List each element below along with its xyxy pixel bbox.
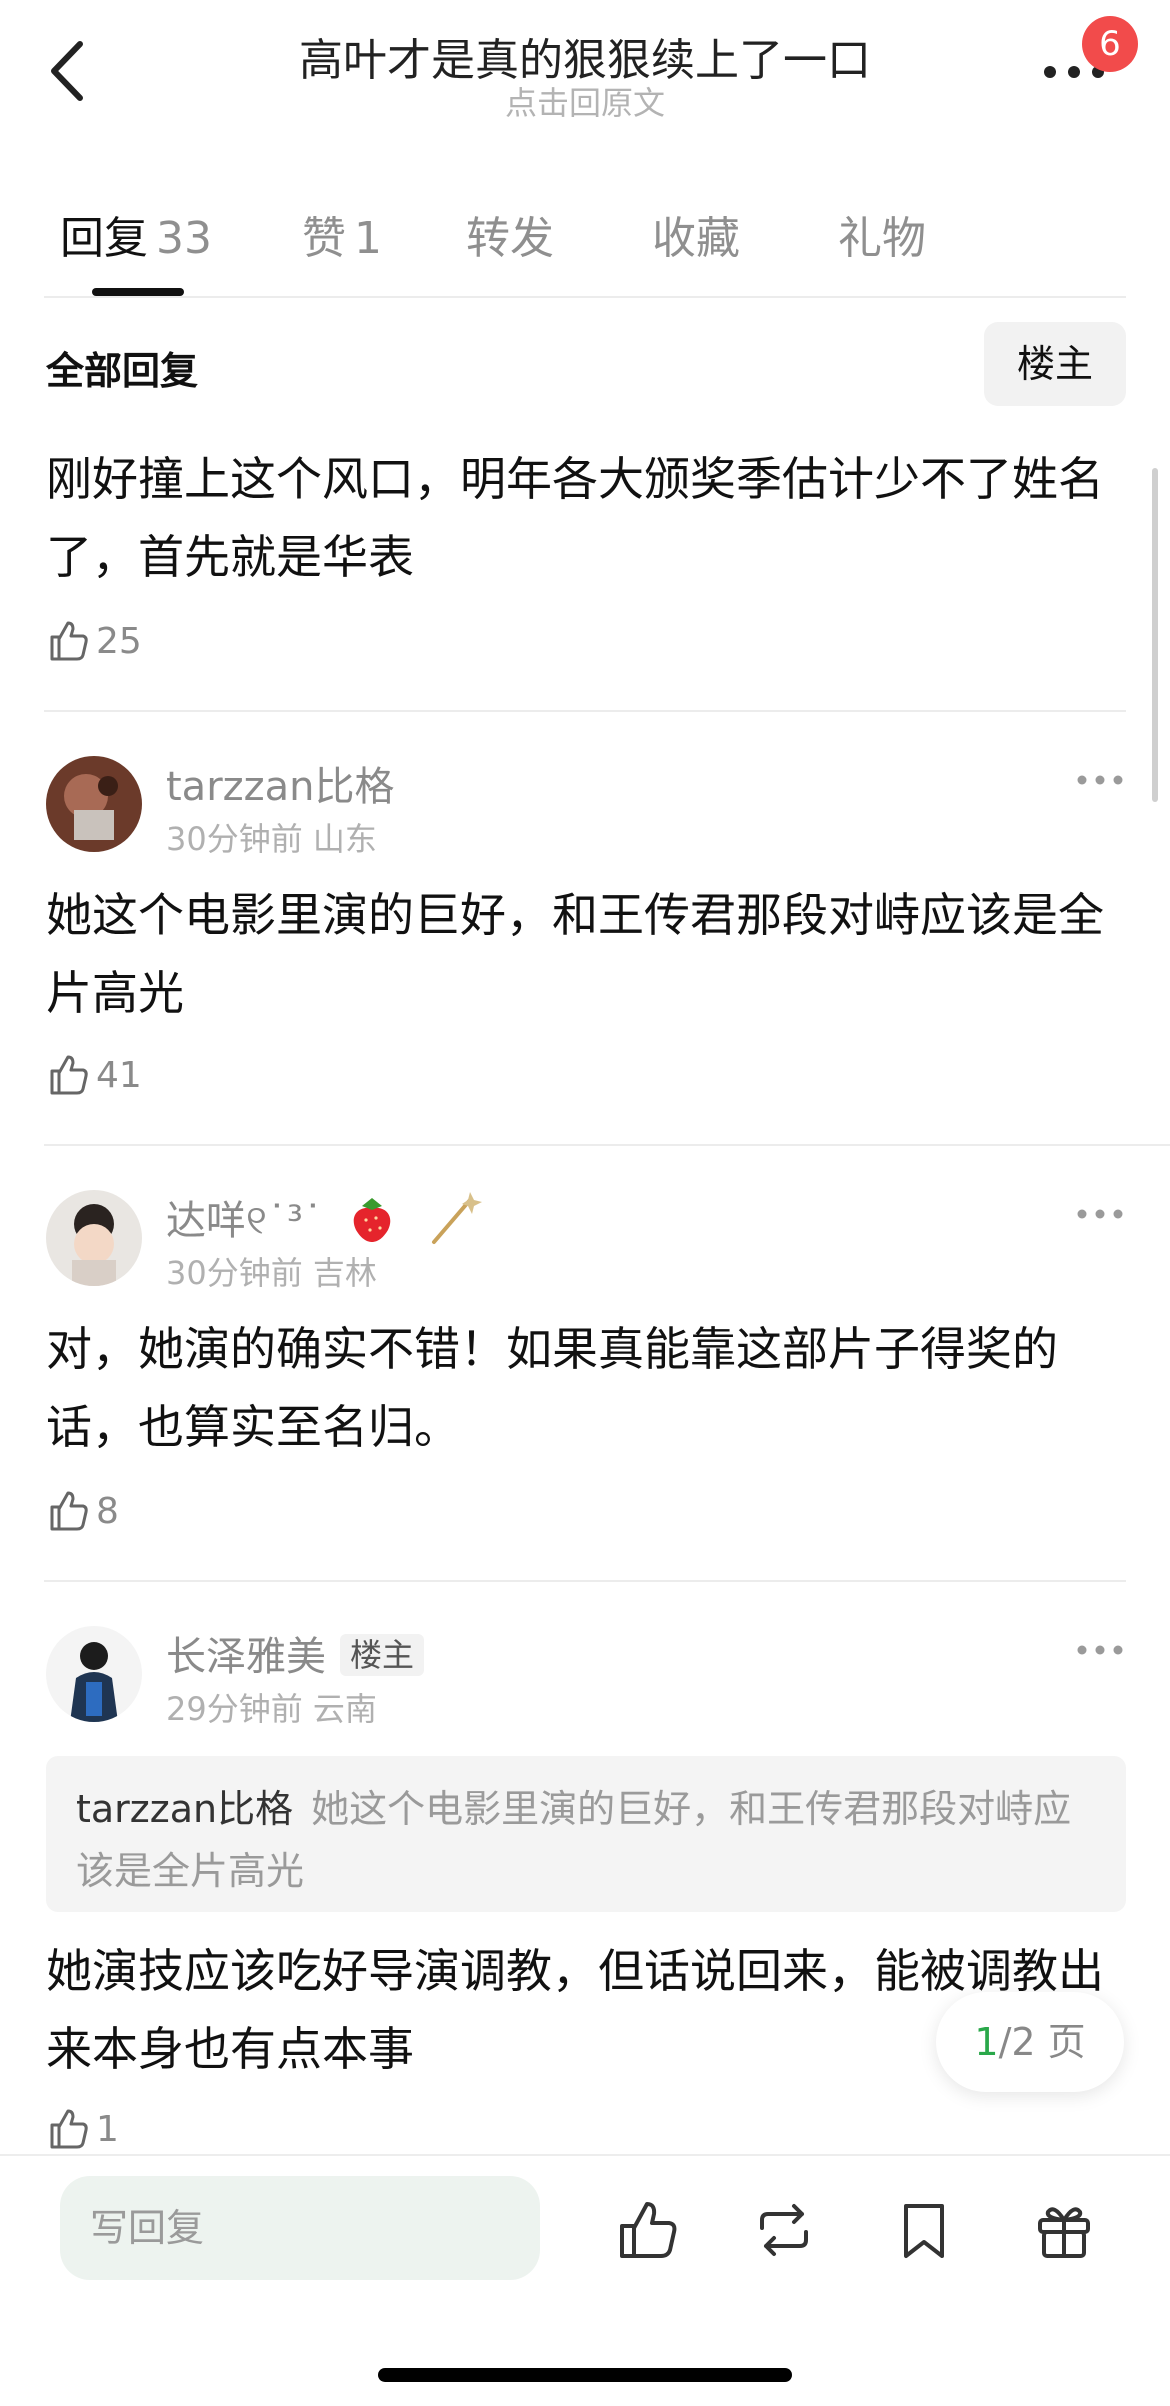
- like-count: 25: [96, 620, 142, 662]
- more-icon[interactable]: [1076, 1206, 1124, 1222]
- username-row: 长泽雅美 楼主: [166, 1624, 425, 1682]
- comment-text: 刚好撞上这个风口，明年各大颁奖季估计少不了姓名了，首先就是华表: [46, 452, 1104, 584]
- back-to-original-link[interactable]: 点击回原文: [0, 78, 1170, 124]
- comment-meta: 30分钟前 吉林: [166, 1248, 377, 1294]
- comment-location: 山东: [312, 820, 377, 858]
- divider: [44, 1580, 1126, 1582]
- home-indicator: [378, 2368, 792, 2382]
- strawberry-icon: [353, 1198, 390, 1242]
- tab-label: 回复: [60, 213, 148, 264]
- page-indicator-button[interactable]: 1/2 页: [936, 1992, 1124, 2092]
- like-icon[interactable]: [616, 2198, 680, 2262]
- quote-username: tarzzan比格: [76, 1787, 294, 1831]
- thumbs-up-icon: [50, 2109, 88, 2149]
- avatar[interactable]: [46, 756, 142, 852]
- op-only-button[interactable]: 楼主: [984, 322, 1126, 406]
- op-badge: 楼主: [340, 1634, 425, 1676]
- username[interactable]: 长泽雅美: [166, 1634, 326, 1680]
- bookmark-icon[interactable]: [892, 2198, 956, 2262]
- divider: [44, 1144, 1170, 1146]
- tab-count: 1: [354, 213, 382, 264]
- all-replies-label: 全部回复: [46, 349, 199, 393]
- like-button[interactable]: 8: [46, 1488, 119, 1534]
- quoted-reply[interactable]: tarzzan比格 她这个电影里演的巨好，和王传君那段对峙应该是全片高光: [46, 1756, 1126, 1912]
- repost-icon[interactable]: [752, 2198, 816, 2262]
- username[interactable]: tarzzan比格: [166, 754, 395, 812]
- comment-time: 29分钟前: [166, 1690, 303, 1728]
- like-count: 8: [96, 1490, 119, 1532]
- thumbs-up-icon: [50, 1491, 88, 1531]
- page-total: /2 页: [998, 2020, 1086, 2064]
- comment-location: 云南: [312, 1690, 377, 1728]
- more-icon[interactable]: [1076, 772, 1124, 788]
- comment-meta: 30分钟前 山东: [166, 814, 377, 860]
- tab-reposts[interactable]: 转发: [466, 202, 554, 266]
- tab-count: 33: [156, 213, 212, 264]
- notification-badge: 6: [1082, 16, 1138, 72]
- like-count: 1: [96, 2108, 119, 2150]
- comment-time: 30分钟前: [166, 820, 303, 858]
- tab-gifts[interactable]: 礼物: [838, 202, 926, 266]
- like-button[interactable]: 41: [46, 1052, 142, 1098]
- comment-text: 对，她演的确实不错！如果真能靠这部片子得奖的话，也算实至名归。: [46, 1322, 1058, 1454]
- avatar[interactable]: [46, 1626, 142, 1722]
- like-button[interactable]: 1: [46, 2106, 119, 2152]
- username-row: 达咩୧˙³˙: [166, 1188, 484, 1248]
- avatar[interactable]: [46, 1190, 142, 1286]
- like-count: 41: [96, 1054, 142, 1096]
- quote-content: tarzzan比格 她这个电影里演的巨好，和王传君那段对峙应该是全片高光: [76, 1778, 1096, 1902]
- write-reply-input[interactable]: 写回复: [60, 2176, 540, 2280]
- comment-time: 30分钟前: [166, 1254, 303, 1292]
- current-page: 1: [974, 2020, 999, 2064]
- divider: [44, 296, 1126, 298]
- comment-text: 她这个电影里演的巨好，和王传君那段对峙应该是全片高光: [46, 888, 1104, 1020]
- like-button[interactable]: 25: [46, 618, 142, 664]
- comment-location: 吉林: [312, 1254, 377, 1292]
- tab-likes[interactable]: 赞1: [302, 202, 382, 266]
- tab-replies[interactable]: 回复 33: [60, 202, 212, 266]
- comment-meta: 29分钟前 云南: [166, 1684, 377, 1730]
- username[interactable]: 达咩୧˙³˙: [166, 1198, 323, 1244]
- more-icon[interactable]: [1076, 1642, 1124, 1658]
- tab-label: 赞: [302, 213, 346, 264]
- thumbs-up-icon: [50, 1055, 88, 1095]
- gift-icon[interactable]: [1032, 2198, 1096, 2262]
- tab-favorites[interactable]: 收藏: [652, 202, 740, 266]
- scrollbar[interactable]: [1152, 468, 1158, 802]
- divider: [44, 710, 1126, 712]
- thumbs-up-icon: [50, 621, 88, 661]
- active-tab-indicator: [92, 288, 184, 296]
- wand-icon: [432, 1192, 483, 1244]
